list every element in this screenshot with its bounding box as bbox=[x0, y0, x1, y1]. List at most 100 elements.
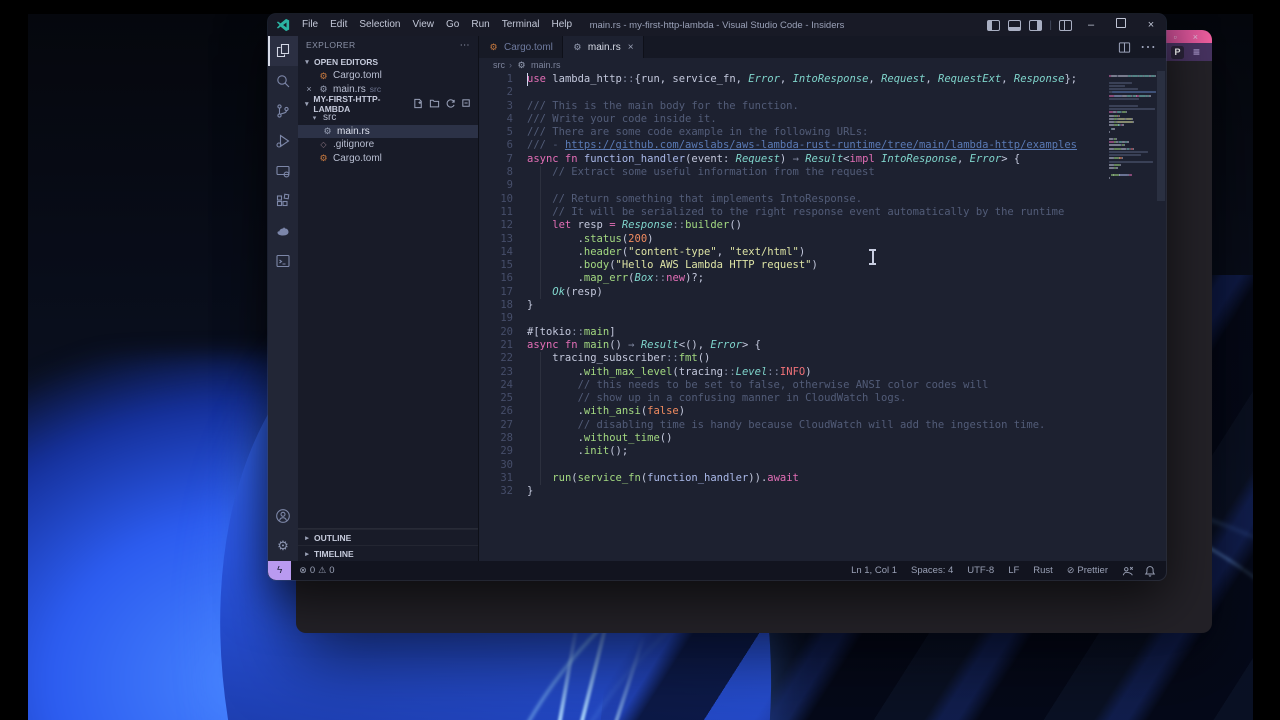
hamburger-menu-icon[interactable]: ≡ bbox=[1193, 46, 1200, 58]
editor-more-icon[interactable]: ⋯ bbox=[1140, 37, 1156, 57]
menu-item-selection[interactable]: Selection bbox=[353, 14, 406, 36]
open-editors-header[interactable]: ▾ OPEN EDITORS bbox=[298, 54, 478, 69]
collapse-all-icon[interactable] bbox=[461, 98, 472, 109]
terminal-panel-icon[interactable] bbox=[268, 246, 298, 276]
code-line[interactable]: 31 run(service_fn(function_handler)).awa… bbox=[479, 472, 1105, 485]
menu-item-go[interactable]: Go bbox=[440, 14, 465, 36]
code-line[interactable]: 11 // It will be serialized to the right… bbox=[479, 206, 1105, 219]
scrollbar-thumb[interactable] bbox=[1157, 71, 1165, 201]
status-prettier[interactable]: ⊘ Prettier bbox=[1067, 565, 1108, 576]
tab-main.rs[interactable]: ⚙ main.rs × bbox=[562, 36, 644, 58]
code-line[interactable]: 19 bbox=[479, 312, 1105, 325]
code-line[interactable]: 17 Ok(resp) bbox=[479, 286, 1105, 299]
code-line[interactable]: 14 .header("content-type", "text/html") bbox=[479, 246, 1105, 259]
folder-item-src[interactable]: ▾ src bbox=[298, 111, 478, 125]
split-editor-icon[interactable] bbox=[1118, 41, 1131, 54]
settings-gear-icon[interactable]: ⚙ bbox=[268, 531, 298, 561]
file-item-gitignore[interactable]: ◇ .gitignore bbox=[298, 138, 478, 152]
breadcrumb-file[interactable]: main.rs bbox=[531, 60, 561, 70]
code-line[interactable]: 23 .with_max_level(tracing::Level::INFO) bbox=[479, 366, 1105, 379]
close-icon[interactable]: × bbox=[628, 42, 634, 53]
code-line[interactable]: 12 let resp = Response::builder() bbox=[479, 219, 1105, 232]
code-line[interactable]: 21 async fn main() → Result<(), Error> { bbox=[479, 339, 1105, 352]
folder-header[interactable]: ▾ MY-FIRST-HTTP-LAMBDA bbox=[298, 94, 478, 114]
account-icon[interactable] bbox=[268, 501, 298, 531]
code-line[interactable]: 16 .map_err(Box::new)?; bbox=[479, 272, 1105, 285]
explorer-more-icon[interactable]: ⋯ bbox=[460, 40, 470, 51]
bell-icon[interactable] bbox=[1144, 565, 1156, 577]
new-file-icon[interactable] bbox=[413, 98, 424, 109]
minimap-line bbox=[1109, 78, 1153, 80]
code-line[interactable]: 27 // disabling time is handy because Cl… bbox=[479, 419, 1105, 432]
search-icon[interactable] bbox=[268, 66, 298, 96]
bg-maximize-icon[interactable]: ▫ bbox=[1174, 31, 1177, 43]
toggle-secondary-sidebar-icon[interactable] bbox=[1029, 19, 1043, 31]
menu-item-view[interactable]: View bbox=[407, 14, 441, 36]
file-item-main.rs[interactable]: ⚙ main.rs bbox=[298, 124, 478, 138]
feedback-icon[interactable] bbox=[1122, 565, 1134, 577]
problems-indicator[interactable]: ⊗ 0 ⚠ 0 bbox=[299, 565, 334, 576]
titlebar[interactable]: File Edit Selection View Go Run Terminal Help m… bbox=[268, 14, 1166, 36]
code-line[interactable]: 2 bbox=[479, 86, 1105, 99]
code-line[interactable]: 26 .with_ansi(false) bbox=[479, 405, 1105, 418]
outline-header[interactable]: ▸ OUTLINE bbox=[298, 529, 478, 545]
remote-explorer-icon[interactable] bbox=[268, 156, 298, 186]
code-line[interactable]: 18} bbox=[479, 299, 1105, 312]
code-line[interactable]: 30 bbox=[479, 459, 1105, 472]
scrollbar[interactable] bbox=[1155, 71, 1166, 561]
menu-item-terminal[interactable]: Terminal bbox=[496, 14, 546, 36]
status-utf-8[interactable]: UTF-8 bbox=[967, 565, 994, 576]
minimap[interactable] bbox=[1105, 71, 1156, 561]
menu-item-help[interactable]: Help bbox=[546, 14, 579, 36]
code-editor[interactable]: 1 use lambda_http::{run, service_fn, Erro… bbox=[479, 71, 1105, 561]
code-line[interactable]: 32} bbox=[479, 485, 1105, 498]
code-line[interactable]: 8 // Extract some useful information fro… bbox=[479, 166, 1105, 179]
maximize-button[interactable] bbox=[1106, 14, 1136, 36]
docker-icon[interactable] bbox=[268, 216, 298, 246]
menu-item-file[interactable]: File bbox=[296, 14, 324, 36]
code-line[interactable]: 13 .status(200) bbox=[479, 233, 1105, 246]
run-debug-icon[interactable] bbox=[268, 126, 298, 156]
explorer-icon[interactable] bbox=[268, 36, 298, 66]
tab-cargo.toml[interactable]: ⚙ Cargo.toml bbox=[479, 36, 563, 58]
code-line[interactable]: 4 /// Write your code inside it. bbox=[479, 113, 1105, 126]
customize-layout-icon[interactable] bbox=[1059, 19, 1072, 31]
code-line[interactable]: 22 tracing_subscriber::fmt() bbox=[479, 352, 1105, 365]
remote-indicator[interactable]: ϟ bbox=[268, 561, 292, 580]
code-lines: 1 use lambda_http::{run, service_fn, Erro… bbox=[479, 73, 1105, 499]
code-line[interactable]: 7 async fn function_handler(event: Reques… bbox=[479, 153, 1105, 166]
line-number: 21 bbox=[500, 338, 513, 351]
code-line[interactable]: 20 #[tokio::main] bbox=[479, 326, 1105, 339]
code-line[interactable]: 1 use lambda_http::{run, service_fn, Erro… bbox=[479, 73, 1105, 86]
bg-close-icon[interactable]: × bbox=[1193, 31, 1198, 43]
code-line[interactable]: 3 /// This is the main body for the funct… bbox=[479, 100, 1105, 113]
code-line[interactable]: 6 /// - https://github.com/awslabs/aws-la… bbox=[479, 139, 1105, 152]
status-lf[interactable]: LF bbox=[1008, 565, 1019, 576]
breadcrumb[interactable]: src › ⚙ main.rs bbox=[479, 58, 1166, 71]
source-control-icon[interactable] bbox=[268, 96, 298, 126]
code-line[interactable]: 5 /// There are some code example in the … bbox=[479, 126, 1105, 139]
refresh-icon[interactable] bbox=[445, 98, 456, 109]
open-editor-item[interactable]: ⚙ Cargo.toml bbox=[298, 69, 478, 83]
code-line[interactable]: 29 .init(); bbox=[479, 445, 1105, 458]
toggle-sidebar-icon[interactable] bbox=[987, 19, 1001, 31]
new-folder-icon[interactable] bbox=[429, 98, 440, 109]
close-button[interactable]: × bbox=[1136, 14, 1166, 36]
status-rust[interactable]: Rust bbox=[1033, 565, 1053, 576]
code-line[interactable]: 24 // this needs to be set to false, oth… bbox=[479, 379, 1105, 392]
status-ln-1-col-1[interactable]: Ln 1, Col 1 bbox=[851, 565, 897, 576]
status-spaces-4[interactable]: Spaces: 4 bbox=[911, 565, 953, 576]
code-line[interactable]: 10 // Return something that implements I… bbox=[479, 193, 1105, 206]
code-line[interactable]: 25 // show up in a confusing manner in C… bbox=[479, 392, 1105, 405]
file-item-Cargo.toml[interactable]: ⚙ Cargo.toml bbox=[298, 152, 478, 166]
extensions-icon[interactable] bbox=[268, 186, 298, 216]
toggle-panel-icon[interactable] bbox=[1008, 19, 1022, 31]
minimize-button[interactable]: – bbox=[1076, 14, 1106, 36]
code-line[interactable]: 9 bbox=[479, 179, 1105, 192]
menu-item-run[interactable]: Run bbox=[465, 14, 495, 36]
code-line[interactable]: 28 .without_time() bbox=[479, 432, 1105, 445]
menu-item-edit[interactable]: Edit bbox=[324, 14, 353, 36]
code-line[interactable]: 15 .body("Hello AWS Lambda HTTP request"… bbox=[479, 259, 1105, 272]
timeline-header[interactable]: ▸ TIMELINE bbox=[298, 545, 478, 561]
breadcrumb-dir[interactable]: src bbox=[493, 60, 505, 70]
